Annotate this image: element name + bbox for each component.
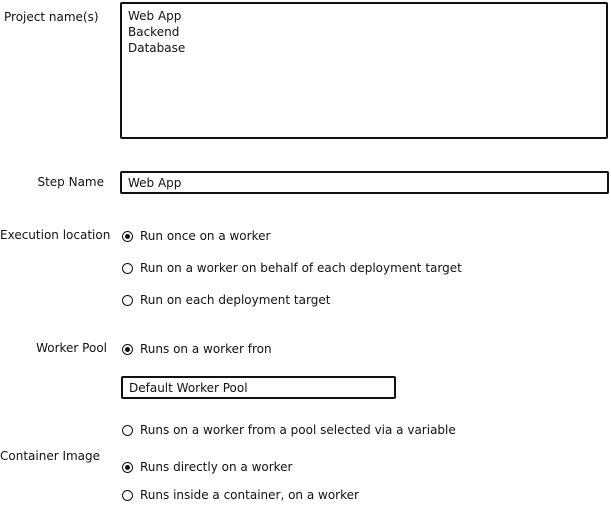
step-name-label: Step Name: [37, 175, 104, 189]
worker-pool-option-label: Runs on a worker from a pool selected vi…: [140, 423, 456, 437]
project-item-web-app[interactable]: Web App: [128, 8, 600, 24]
radio-selected-icon[interactable]: [122, 230, 133, 242]
radio-selected-icon[interactable]: [122, 461, 133, 473]
radio-unselected-icon[interactable]: [122, 294, 133, 306]
worker-pool-option-fixed[interactable]: Runs on a worker fron: [122, 341, 272, 357]
container-option-label: Runs directly on a worker: [140, 460, 293, 474]
worker-pool-select[interactable]: Default Worker Pool: [121, 376, 396, 399]
execution-option-each-target-worker[interactable]: Run on a worker on behalf of each deploy…: [122, 260, 462, 276]
execution-option-label: Run on a worker on behalf of each deploy…: [140, 261, 462, 275]
container-option-label: Runs inside a container, on a worker: [140, 488, 359, 502]
project-names-listbox[interactable]: Web App Backend Database: [120, 2, 608, 139]
radio-selected-icon[interactable]: [122, 343, 133, 355]
worker-pool-option-variable[interactable]: Runs on a worker from a pool selected vi…: [122, 422, 456, 438]
worker-pool-option-label: Runs on a worker fron: [140, 342, 272, 356]
execution-option-label: Run once on a worker: [140, 229, 271, 243]
project-item-database[interactable]: Database: [128, 40, 600, 56]
project-names-label: Project name(s): [4, 10, 99, 24]
worker-pool-value: Default Worker Pool: [129, 381, 248, 395]
project-item-backend[interactable]: Backend: [128, 24, 600, 40]
radio-unselected-icon[interactable]: [122, 489, 133, 501]
execution-option-each-target[interactable]: Run on each deployment target: [122, 292, 330, 308]
step-name-value: Web App: [128, 176, 182, 190]
execution-option-label: Run on each deployment target: [140, 293, 331, 307]
radio-unselected-icon[interactable]: [122, 262, 133, 274]
container-option-direct[interactable]: Runs directly on a worker: [122, 459, 293, 475]
radio-unselected-icon[interactable]: [122, 424, 133, 436]
container-option-inside-container[interactable]: Runs inside a container, on a worker: [122, 487, 359, 503]
step-name-input[interactable]: Web App: [120, 171, 609, 194]
execution-option-run-once[interactable]: Run once on a worker: [122, 228, 270, 244]
container-image-label: Container Image: [0, 449, 101, 463]
execution-location-label: Execution location: [0, 228, 111, 242]
worker-pool-label: Worker Pool: [36, 341, 107, 355]
